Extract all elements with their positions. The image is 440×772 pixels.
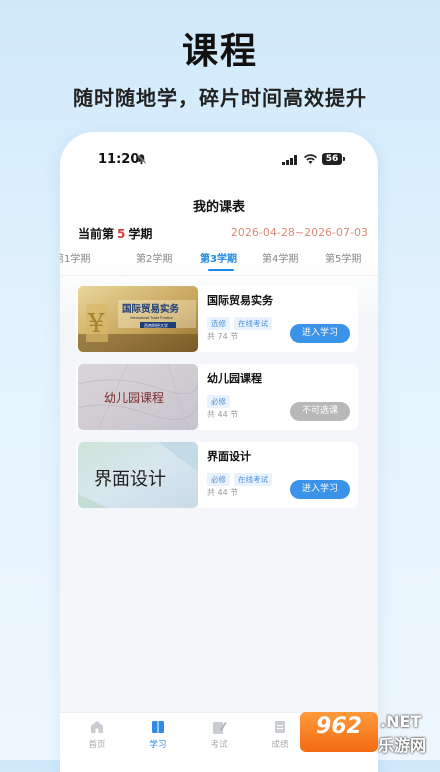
battery-indicator: 56: [322, 153, 342, 165]
lesson-count: 共 44 节: [207, 488, 239, 497]
battery-tip: [343, 157, 345, 161]
course-thumbnail: ¥ 国际贸易实务 International Trade Practice 西南…: [78, 286, 198, 352]
course-thumbnail: 幼儿园课程: [78, 364, 198, 430]
semester-number: 5: [117, 227, 126, 241]
signal-icon: [282, 155, 297, 165]
course-card[interactable]: 幼儿园课程 幼儿园课程 必修 共 44 节 不可选课: [76, 364, 358, 430]
lesson-count: 共 44 节: [207, 410, 239, 419]
report-icon: [275, 721, 285, 733]
tag-required: 必修: [207, 395, 230, 408]
page-title: 我的课表: [192, 200, 245, 215]
nav-exam[interactable]: 考试: [194, 719, 244, 750]
enter-study-button[interactable]: 进入学习: [290, 480, 350, 499]
lesson-count: 共 74 节: [207, 332, 239, 341]
tag-online-exam: 在线考试: [234, 317, 272, 330]
semester-tabs: 第1学期 第2学期 第3学期 第4学期 第5学期: [60, 245, 378, 276]
promo-subtitle: 随时随地学，碎片时间高效提升: [73, 86, 367, 110]
current-semester: 当前第 5 学期: [78, 225, 152, 242]
course-title: 国际贸易实务: [207, 294, 273, 307]
course-thumbnail: 界面设计: [78, 442, 198, 508]
course-tags: 必修 在线考试: [207, 467, 276, 486]
tab-semester-3[interactable]: 第3学期: [200, 250, 237, 265]
bell-off-icon: [136, 154, 147, 165]
site-watermark: 962 .NET 乐游网: [300, 708, 436, 756]
status-bar: 11:20 56: [60, 152, 378, 170]
tag-elective: 选修: [207, 317, 230, 330]
nav-home-label: 首页: [88, 740, 106, 750]
promo-title: 课程: [181, 31, 258, 72]
course-tags: 必修: [207, 389, 234, 408]
thumb-subtitle-text: International Trade Practice: [130, 316, 173, 320]
tab-semester-5[interactable]: 第5学期: [325, 250, 361, 265]
home-icon: [91, 721, 103, 733]
ui-design-cover-image: 界面设计: [78, 442, 198, 508]
course-title: 界面设计: [207, 450, 251, 463]
tag-required: 必修: [207, 473, 230, 486]
nav-exam-label: 考试: [210, 740, 228, 750]
semester-date-range: 2026-04-28~2026-07-03: [230, 226, 368, 239]
trade-cover-image: ¥ 国际贸易实务 International Trade Practice 西南…: [78, 286, 198, 352]
nav-grades[interactable]: 成绩: [255, 719, 305, 750]
watermark-suffix: .NET: [380, 712, 422, 731]
active-tab-underline: [208, 269, 234, 271]
course-card[interactable]: ¥ 国际贸易实务 International Trade Practice 西南…: [76, 286, 358, 352]
book-icon: [152, 721, 164, 733]
tab-semester-4[interactable]: 第4学期: [262, 250, 298, 265]
nav-home[interactable]: 首页: [72, 719, 122, 750]
phone-frame: 11:20 56 我的课表 当前第 5 学期 2026-04-28~2026-0…: [60, 132, 378, 772]
course-tags: 选修 在线考试: [207, 311, 276, 330]
thumb-title-text: 界面设计: [94, 469, 166, 489]
thumb-title-text: 幼儿园课程: [104, 390, 164, 405]
semester-prefix: 当前第: [78, 227, 115, 241]
nav-grades-label: 成绩: [271, 740, 289, 750]
tab-semester-1[interactable]: 第1学期: [60, 250, 90, 265]
course-title: 幼儿园课程: [207, 372, 262, 385]
semester-suffix: 学期: [128, 227, 153, 241]
thumb-publisher-text: 西南财经大学: [144, 322, 168, 328]
watermark-number: 962: [316, 714, 362, 739]
tab-semester-2[interactable]: 第2学期: [136, 250, 172, 265]
enter-study-button[interactable]: 进入学习: [290, 324, 350, 343]
pencil-icon: [213, 722, 227, 734]
tag-online-exam: 在线考试: [234, 473, 272, 486]
kindergarten-cover-image: 幼儿园课程: [78, 364, 198, 430]
svg-text:¥: ¥: [87, 309, 105, 339]
unavailable-button[interactable]: 不可选课: [290, 402, 350, 421]
watermark-chinese: 乐游网: [378, 736, 427, 755]
status-time: 11:20: [98, 152, 140, 167]
nav-study-label: 学习: [149, 740, 167, 750]
nav-study[interactable]: 学习: [133, 719, 183, 750]
course-card[interactable]: 界面设计 界面设计 必修 在线考试 共 44 节 进入学习: [76, 442, 358, 508]
semester-row: 当前第 5 学期 2026-04-28~2026-07-03: [78, 225, 368, 243]
wifi-icon: [304, 154, 317, 164]
thumb-title-text: 国际贸易实务: [122, 303, 180, 315]
